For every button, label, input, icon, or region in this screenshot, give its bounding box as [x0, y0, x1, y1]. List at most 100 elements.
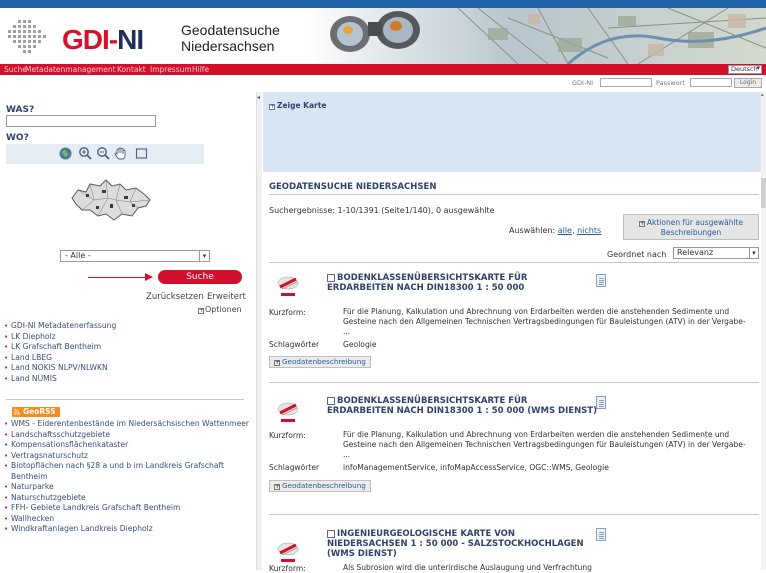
feed-item[interactable]: Vertragsnaturschutz	[4, 451, 254, 462]
feed-item[interactable]: Naturschutzgebiete	[4, 493, 254, 504]
select-none-link[interactable]: nichts	[577, 226, 601, 235]
reset-link[interactable]: Zurücksetzen	[146, 292, 204, 302]
expand-plus-icon: +	[269, 103, 276, 110]
bulk-actions-label-1: Aktionen für ausgewählte	[646, 218, 744, 227]
result-divider	[269, 262, 759, 263]
feed-item[interactable]: Wallhecken	[4, 514, 254, 525]
was-label: WAS?	[6, 105, 35, 115]
feed-item[interactable]: Windkraftanlagen Landkreis Diepholz	[4, 524, 254, 535]
sidebar-collapse-splitter[interactable]: ◂	[256, 92, 262, 570]
georss-badge[interactable]: GeoRSS	[12, 407, 60, 417]
geodata-description-label: Geodatenbeschreibung	[282, 481, 366, 490]
source-item[interactable]: LK Grafschaft Bentheim	[4, 342, 254, 353]
scroll-up-icon[interactable]: ▴	[761, 92, 764, 98]
result-title[interactable]: BODENKLASSENÜBERSICHTSKARTE FÜR ERDARBEI…	[327, 396, 597, 416]
logo-grid-icon	[8, 20, 46, 53]
show-map-toggle[interactable]: + Zeige Karte	[269, 101, 326, 110]
expand-plus-icon: +	[274, 483, 281, 490]
metadata-stamp-icon	[277, 276, 299, 296]
result-title[interactable]: BODENKLASSENÜBERSICHTSKARTE FÜR ERDARBEI…	[327, 273, 597, 293]
result-summary: Für die Planung, Kalkulation und Abrechn…	[343, 430, 746, 459]
feed-item[interactable]: Kompensationsflächenkataster	[4, 440, 254, 451]
chevron-down-icon: ▾	[749, 248, 758, 258]
was-search-input[interactable]	[6, 115, 156, 127]
region-map-thumbnail[interactable]	[60, 176, 160, 222]
feed-item[interactable]: Biotopflächen nach §28 a und b im Landkr…	[4, 461, 254, 482]
feed-item[interactable]: Naturparke	[4, 482, 254, 493]
zoom-in-icon[interactable]	[78, 146, 93, 161]
bulk-actions-button[interactable]: + Aktionen für ausgewählte Beschreibungen	[623, 214, 759, 240]
bulk-actions-label-2: Beschreibungen	[660, 228, 722, 237]
metadata-stamp-icon	[277, 542, 299, 562]
expand-plus-icon: +	[638, 220, 645, 227]
feed-item[interactable]: Landschaftsschutzgebiete	[4, 430, 254, 441]
kurzform-label: Kurzform:	[269, 431, 306, 440]
sort-select[interactable]: Relevanz ▾	[673, 247, 759, 259]
results-heading: GEODATENSUCHE NIEDERSACHSEN	[269, 182, 437, 192]
results-heading-divider	[269, 194, 759, 195]
site-title-line2: Niedersachsen	[181, 38, 275, 54]
globe-icon[interactable]	[58, 146, 73, 161]
source-item[interactable]: LK Diepholz	[4, 332, 254, 343]
geodata-description-button[interactable]: + Geodatenbeschreibung	[269, 480, 371, 492]
georss-feed-list: WMS - Eiderentenbestände im Niedersächsi…	[4, 419, 254, 535]
chevron-down-icon: ▾	[199, 251, 209, 261]
source-item[interactable]: Land NUMIS	[4, 374, 254, 385]
rss-icon	[14, 409, 20, 415]
nav-impressum[interactable]: Impressum	[150, 65, 192, 74]
password-field[interactable]	[690, 78, 732, 87]
search-sidebar: WAS? WO? - Alle - ▾ Suche Zurücksetzen E…	[0, 92, 256, 570]
main-navigation: Suche Metadatenmanagement Kontakt Impres…	[0, 64, 766, 75]
geodata-description-button[interactable]: + Geodatenbeschreibung	[269, 356, 371, 368]
arrow-indicator-line	[88, 277, 148, 278]
select-controls: Auswählen: alle, nichts	[509, 226, 602, 235]
result-title[interactable]: INGENIEURGEOLOGISCHE KARTE VON NIEDERSAC…	[327, 529, 597, 559]
kurzform-label: Kurzform:	[269, 308, 306, 317]
results-count: Suchergebnisse: 1-10/1391 (Seite1/140), …	[269, 206, 495, 215]
expand-plus-icon: +	[198, 307, 205, 314]
feed-item[interactable]: WMS - Eiderentenbestände im Niedersächsi…	[4, 419, 254, 430]
search-button[interactable]: Suche	[158, 270, 242, 284]
schlagworter-label: Schlagwörter	[269, 340, 320, 349]
document-icon[interactable]	[596, 396, 606, 409]
result-summary: Als Subrosion wird die unterirdische Aus…	[343, 563, 592, 572]
username-field[interactable]	[600, 78, 652, 87]
zoom-out-icon[interactable]	[96, 146, 111, 161]
document-icon[interactable]	[596, 274, 606, 287]
login-button[interactable]: Login	[734, 78, 762, 88]
top-accent-bar	[0, 0, 766, 8]
source-item[interactable]: Land NOKIS NLPV/NLWKN	[4, 363, 254, 374]
advanced-search-link[interactable]: Erweitert	[207, 292, 246, 302]
georss-label: GeoRSS	[23, 407, 56, 416]
map-panel: + Zeige Karte	[263, 92, 766, 172]
result-divider	[269, 514, 759, 515]
nav-hilfe[interactable]: Hilfe	[192, 65, 209, 74]
sort-select-value: Relevanz	[677, 248, 714, 257]
gdi-ni-logo[interactable]: GDI-NI	[62, 24, 144, 56]
options-toggle[interactable]: +Optionen	[198, 305, 242, 314]
source-item[interactable]: GDI-NI Metadatenerfassung	[4, 321, 254, 332]
result-divider	[269, 382, 759, 383]
sort-label: Geordnet nach	[607, 250, 667, 259]
pan-hand-icon[interactable]	[113, 146, 128, 161]
scrollbar-thumb[interactable]	[761, 178, 766, 208]
region-select[interactable]: - Alle - ▾	[60, 250, 210, 262]
collapse-left-icon[interactable]: ◂	[257, 94, 260, 101]
show-map-label: Zeige Karte	[277, 101, 327, 110]
page-scrollbar[interactable]: ▴	[761, 92, 766, 570]
nav-metadatenmanagement[interactable]: Metadatenmanagement	[25, 65, 116, 74]
result-item: BODENKLASSENÜBERSICHTSKARTE FÜR ERDARBEI…	[263, 262, 759, 382]
source-list: GDI-NI Metadatenerfassung LK Diepholz LK…	[4, 321, 254, 384]
select-rectangle-icon[interactable]	[134, 146, 149, 161]
source-item[interactable]: Land LBEG	[4, 353, 254, 364]
nav-kontakt[interactable]: Kontakt	[117, 65, 146, 74]
feed-item[interactable]: FFH- Gebiete Landkreis Grafschaft Benthe…	[4, 503, 254, 514]
document-icon[interactable]	[596, 528, 606, 541]
login-bar: GDI-NI Passwort Login	[0, 75, 766, 89]
result-item: BODENKLASSENÜBERSICHTSKARTE FÜR ERDARBEI…	[263, 382, 759, 512]
language-select[interactable]: Deutsch	[728, 65, 762, 74]
select-all-link[interactable]: alle	[558, 226, 572, 235]
sidebar-divider	[6, 399, 244, 400]
wo-label: WO?	[6, 133, 29, 143]
nav-suche[interactable]: Suche	[4, 65, 27, 74]
